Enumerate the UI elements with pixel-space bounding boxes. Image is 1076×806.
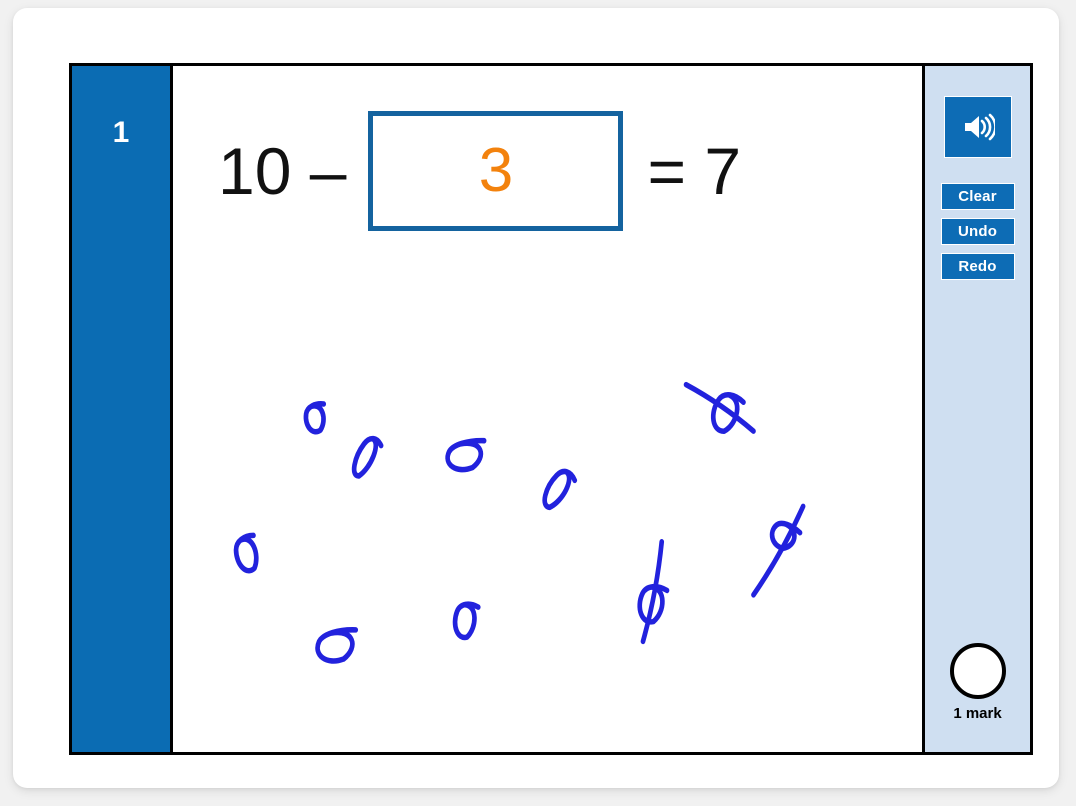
ink-stroke	[637, 583, 670, 625]
equation-right-side: = 7	[647, 133, 742, 208]
mark-circle-icon	[949, 643, 1006, 699]
ink-stroke	[445, 437, 487, 473]
ink-stroke	[315, 627, 359, 664]
answer-input-box[interactable]: 3	[368, 110, 624, 231]
ink-stroke	[710, 392, 746, 435]
clear-button[interactable]: Clear	[940, 183, 1015, 210]
ink-stroke	[351, 435, 384, 479]
audio-play-button[interactable]	[943, 96, 1012, 158]
question-number-column: 1	[72, 66, 173, 752]
work-area[interactable]: 10 – 3 = 7	[173, 66, 922, 752]
ink-strikethrough	[683, 381, 756, 434]
ink-stroke	[542, 468, 578, 511]
question-frame: 1 10 – 3 = 7 Clear Undo Redo 1 mark	[69, 63, 1033, 755]
mark-label: 1 mark	[953, 705, 1002, 722]
screen: 1 10 – 3 = 7 Clear Undo Redo 1 mark	[0, 0, 1076, 806]
ink-stroke	[769, 520, 803, 552]
undo-button[interactable]: Undo	[940, 218, 1015, 245]
ink-stroke	[233, 532, 259, 574]
speaker-icon	[961, 113, 995, 141]
tool-panel: Clear Undo Redo 1 mark	[922, 66, 1030, 752]
equation-left-side: 10 –	[218, 133, 347, 208]
redo-button[interactable]: Redo	[940, 253, 1015, 280]
page-card: 1 10 – 3 = 7 Clear Undo Redo 1 mark	[13, 8, 1059, 788]
answer-value: 3	[478, 135, 514, 205]
mark-indicator: 1 mark	[925, 643, 1030, 722]
ink-stroke	[452, 601, 481, 641]
equation: 10 – 3 = 7	[218, 108, 741, 233]
ink-strikethrough	[751, 503, 806, 598]
ink-stroke	[303, 401, 327, 435]
ink-strikethrough	[640, 539, 665, 645]
question-number: 1	[112, 116, 130, 149]
